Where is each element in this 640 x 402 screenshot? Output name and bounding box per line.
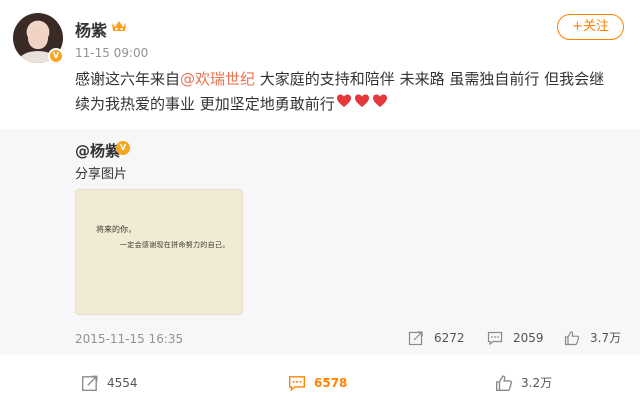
mention-link[interactable]: @欢瑞世纪 (180, 70, 255, 88)
forward-button[interactable]: 4554 (81, 373, 161, 393)
avatar-face (28, 25, 48, 49)
weibo-post: V 杨紫 11-15 09:00 +关注 感谢这六年来自@欢瑞世纪 大家庭的支持… (0, 0, 640, 402)
repost-text: 分享图片 (75, 167, 128, 182)
image-text-line-1: 将来的你， (96, 225, 136, 234)
share-icon (82, 375, 98, 391)
repost-comment-label: 2059 (513, 331, 544, 345)
comment-icon (289, 376, 305, 392)
repost-like-label: 3.7万 (590, 331, 622, 345)
repost-box: @杨紫 V 分享图片 将来的你， 一定会感谢现在拼命努力的自己。 2015-11… (0, 129, 640, 355)
repost-verified-badge-icon: V (116, 141, 130, 155)
hearts-emoji (336, 92, 390, 117)
crown-icon (112, 21, 126, 31)
post-timestamp[interactable]: 11-15 09:00 (75, 46, 148, 60)
image-text-line-2: 一定会感谢现在拼命努力的自己。 (120, 241, 230, 249)
repost-date[interactable]: 2015-11-15 16:35 (75, 332, 183, 346)
repost-forward-count[interactable]: 6272 (408, 329, 468, 347)
heart-icons (336, 94, 387, 107)
like-button[interactable]: 3.2万 (495, 373, 575, 393)
post-text: 感谢这六年来自@欢瑞世纪 大家庭的支持和陪伴 未来路 虽需独自前行 但我会继续为… (75, 67, 615, 117)
shared-image[interactable]: 将来的你， 一定会感谢现在拼命努力的自己。 (75, 189, 243, 315)
verified-badge-icon: V (48, 48, 64, 64)
username[interactable]: 杨紫 (75, 17, 107, 41)
follow-button[interactable]: +关注 (557, 14, 624, 40)
share-icon (408, 331, 423, 346)
repost-comment-count[interactable]: 2059 (487, 329, 547, 347)
like-count: 3.2万 (521, 376, 553, 390)
comment-count: 6578 (314, 376, 348, 390)
repost-like-count[interactable]: 3.7万 (564, 329, 624, 347)
post-text-before: 感谢这六年来自 (75, 70, 181, 88)
comment-button[interactable]: 6578 (288, 373, 368, 393)
comment-icon (487, 331, 503, 346)
thumbs-up-icon (564, 331, 580, 346)
repost-forward-label: 6272 (434, 331, 465, 345)
thumbs-up-icon (496, 375, 513, 391)
forward-count: 4554 (107, 376, 138, 390)
repost-username[interactable]: @杨紫 (75, 140, 120, 161)
